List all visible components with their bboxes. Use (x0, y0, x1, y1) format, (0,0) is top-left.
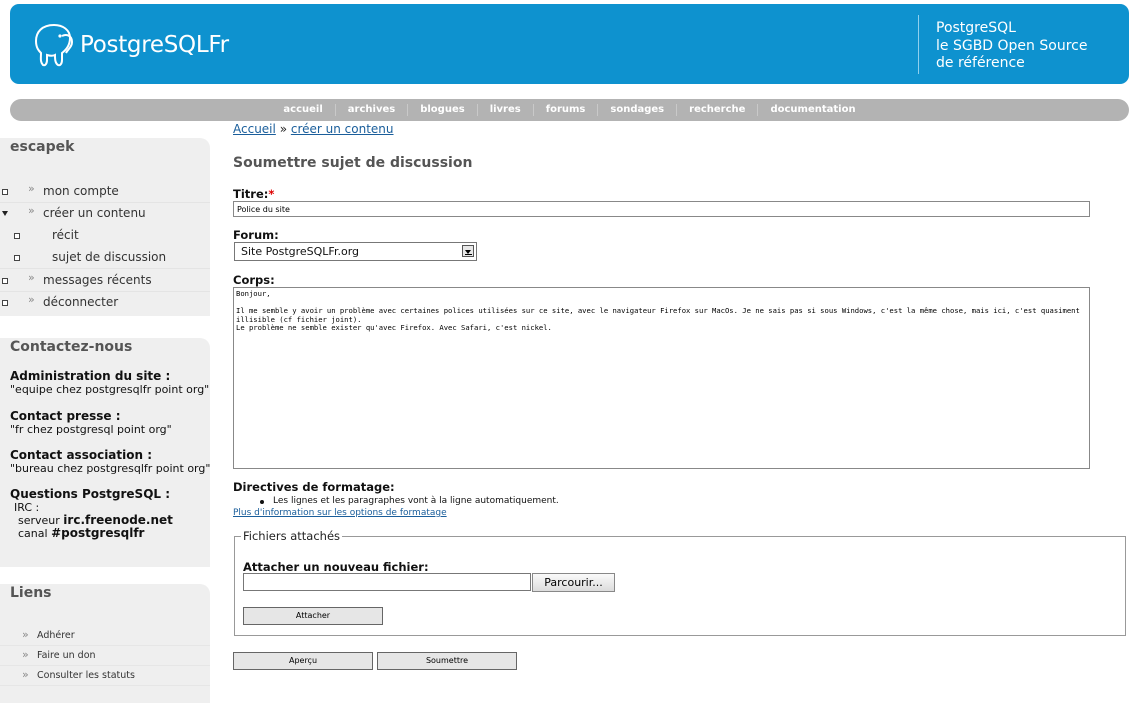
attach-button[interactable]: Attacher (243, 607, 383, 625)
irc-channel-line: canal #postgresqlfr (10, 526, 211, 541)
collapsed-bullet-icon (2, 300, 8, 306)
channel-prefix: canal (18, 527, 48, 540)
list-bullet-icon (260, 500, 264, 504)
nav-archives[interactable]: archives (334, 104, 407, 116)
preview-button[interactable]: Aperçu (233, 652, 373, 670)
assoc-heading: Contact association : (10, 448, 153, 462)
attachments-legend: Fichiers attachés (243, 529, 341, 543)
menu-item-sujet-discussion[interactable]: sujet de discussion (0, 246, 210, 269)
contact-block-title: Contactez-nous (10, 339, 133, 355)
links-block-title: Liens (10, 585, 52, 601)
main-navigation: accueil archives blogues livres forums s… (10, 99, 1129, 121)
menu-item-creer-contenu[interactable]: » créer un contenu (0, 202, 210, 224)
breadcrumb-home-link[interactable]: Accueil (233, 122, 276, 136)
menu-item-label: créer un contenu (43, 206, 146, 220)
breadcrumb-current-link[interactable]: créer un contenu (291, 122, 394, 136)
logo-text: PostgreSQLFr (80, 32, 229, 58)
submit-button[interactable]: Soumettre (377, 652, 517, 670)
forum-label: Forum: (233, 228, 279, 242)
nav-sondages[interactable]: sondages (597, 104, 676, 116)
body-label: Corps: (233, 273, 275, 287)
header-divider (918, 15, 919, 74)
link-faire-un-don[interactable]: » Faire un don (0, 645, 210, 666)
link-label: Faire un don (37, 650, 96, 661)
page-title: Soumettre sujet de discussion (233, 155, 473, 171)
raquo-icon: » (22, 668, 29, 681)
tagline-line-1: PostgreSQL (936, 20, 1016, 36)
elephant-logo-icon (34, 23, 74, 67)
raquo-icon: » (28, 271, 35, 284)
menu-item-label: messages récents (43, 273, 152, 287)
press-heading: Contact presse : (10, 409, 121, 423)
nav-documentation[interactable]: documentation (757, 104, 867, 116)
user-menu-block: escapek » mon compte » créer un contenu … (0, 138, 210, 316)
forum-select[interactable]: Site PostgreSQLFr.org (234, 242, 477, 261)
format-more-link[interactable]: Plus d'information sur les options de fo… (233, 508, 447, 518)
contact-details: Administration du site : "equipe chez po… (10, 369, 211, 541)
required-marker: * (268, 187, 275, 201)
dropdown-arrow-icon (462, 245, 474, 257)
menu-item-label: mon compte (43, 184, 119, 198)
tagline-line-3: de référence (936, 55, 1025, 71)
nav-livres[interactable]: livres (476, 104, 533, 116)
format-tip-text: Les lignes et les paragraphes vont à la … (273, 496, 559, 506)
breadcrumb: Accueil » créer un contenu (233, 122, 394, 136)
attach-label: Attacher un nouveau fichier: (243, 560, 429, 574)
tagline-line-2: le SGBD Open Source (936, 37, 1088, 54)
site-tagline: PostgreSQL le SGBD Open Source de référe… (936, 20, 1087, 73)
nav-accueil[interactable]: accueil (271, 104, 334, 116)
menu-item-label: sujet de discussion (52, 250, 167, 264)
server-value: irc.freenode.net (63, 513, 173, 527)
menu-item-label: récit (52, 228, 79, 242)
menu-item-label: déconnecter (43, 295, 119, 309)
user-block-title: escapek (10, 139, 75, 155)
questions-heading: Questions PostgreSQL : (10, 487, 171, 501)
title-input[interactable] (233, 201, 1090, 217)
link-adherer[interactable]: » Adhérer (0, 625, 210, 646)
menu-item-deconnecter[interactable]: » déconnecter (0, 291, 210, 313)
forum-select-value: Site PostgreSQLFr.org (241, 245, 360, 258)
nav-recherche[interactable]: recherche (676, 104, 757, 116)
links-block: Liens » Adhérer » Faire un don » Consult… (0, 584, 210, 703)
link-consulter-statuts[interactable]: » Consulter les statuts (0, 665, 210, 686)
menu-item-recit[interactable]: récit (0, 224, 210, 246)
format-tip: Les lignes et les paragraphes vont à la … (260, 496, 559, 506)
admin-heading: Administration du site : (10, 369, 171, 383)
body-textarea[interactable]: Bonjour, Il me semble y avoir un problèm… (233, 287, 1090, 469)
collapsed-bullet-icon (2, 189, 8, 195)
collapsed-bullet-icon (14, 233, 20, 239)
format-heading: Directives de formatage: (233, 480, 395, 494)
expanded-arrow-icon (2, 211, 8, 216)
attach-file-input[interactable] (243, 573, 531, 591)
title-label-text: Titre: (233, 187, 269, 201)
admin-email: "equipe chez postgresqlfr point org" (10, 383, 210, 396)
link-label: Adhérer (37, 630, 75, 641)
site-logo[interactable]: PostgreSQLFr (32, 20, 229, 70)
assoc-email: "bureau chez postgresqlfr point org" (10, 462, 211, 475)
raquo-icon: » (22, 648, 29, 661)
site-header: PostgreSQLFr PostgreSQL le SGBD Open Sou… (10, 4, 1129, 84)
menu-item-messages-recents[interactable]: » messages récents (0, 269, 210, 292)
collapsed-bullet-icon (2, 278, 8, 284)
raquo-icon: » (22, 628, 29, 641)
raquo-icon: » (28, 293, 35, 306)
browse-button[interactable]: Parcourir... (532, 573, 615, 592)
raquo-icon: » (28, 182, 35, 195)
link-label: Consulter les statuts (37, 670, 135, 681)
collapsed-bullet-icon (14, 255, 20, 261)
raquo-icon: » (28, 204, 35, 217)
press-email: "fr chez postgresql point org" (10, 423, 172, 436)
contact-block: Contactez-nous Administration du site : … (0, 338, 210, 567)
channel-value: #postgresqlfr (51, 526, 145, 540)
menu-item-mon-compte[interactable]: » mon compte (0, 180, 210, 203)
breadcrumb-separator: » (279, 122, 288, 136)
nav-forums[interactable]: forums (532, 104, 598, 116)
nav-blogues[interactable]: blogues (407, 104, 476, 116)
title-label: Titre:* (233, 187, 274, 201)
